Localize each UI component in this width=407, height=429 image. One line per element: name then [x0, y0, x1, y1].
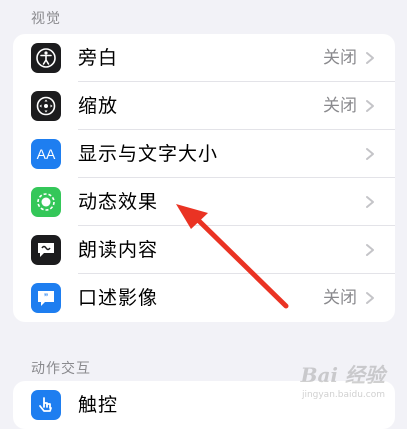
row-motion[interactable]: 动态效果: [13, 178, 395, 226]
zoom-icon: [31, 91, 61, 121]
row-touch[interactable]: 触控: [13, 381, 395, 429]
row-audio-descriptions[interactable]: ” 口述影像 关闭: [13, 274, 395, 322]
audio-description-icon: ”: [31, 283, 61, 313]
row-zoom[interactable]: 缩放 关闭: [13, 82, 395, 130]
voiceover-icon: [31, 43, 61, 73]
watermark-url: jingyan.baidu.com: [301, 390, 385, 400]
row-label: 触控: [78, 394, 119, 416]
watermark-logo: Bai 经验: [300, 363, 385, 387]
row-value: 关闭: [323, 96, 357, 116]
row-spoken-content[interactable]: 朗读内容: [13, 226, 395, 274]
touch-icon: [31, 390, 61, 420]
row-label: 朗读内容: [78, 239, 159, 261]
row-label: 旁白: [78, 47, 119, 69]
row-label: 缩放: [78, 95, 119, 117]
spoken-content-icon: [31, 235, 61, 265]
section-header-vision: 视觉: [31, 11, 61, 27]
row-label: 动态效果: [78, 191, 159, 213]
row-label: 口述影像: [78, 287, 159, 309]
section-header-interaction: 动作交互: [31, 361, 91, 377]
row-value: 关闭: [323, 288, 357, 308]
vision-group: 旁白 关闭 缩放 关闭 AA 显示与文字大小 动态效果 朗读内容 ” 口述影像 …: [13, 34, 395, 322]
chevron-right-icon: [366, 292, 374, 304]
chevron-right-icon: [366, 100, 374, 112]
motion-icon: [31, 187, 61, 217]
row-value: 关闭: [323, 48, 357, 68]
text-size-icon: AA: [31, 139, 61, 169]
chevron-right-icon: [366, 244, 374, 256]
chevron-right-icon: [366, 196, 374, 208]
text-size-glyph: AA: [36, 146, 56, 162]
chevron-right-icon: [366, 52, 374, 64]
row-display-text-size[interactable]: AA 显示与文字大小: [13, 130, 395, 178]
chevron-right-icon: [366, 148, 374, 160]
row-label: 显示与文字大小: [78, 143, 219, 165]
svg-text:”: ”: [44, 292, 49, 302]
interaction-group: 触控: [13, 381, 395, 429]
row-voiceover[interactable]: 旁白 关闭: [13, 34, 395, 82]
